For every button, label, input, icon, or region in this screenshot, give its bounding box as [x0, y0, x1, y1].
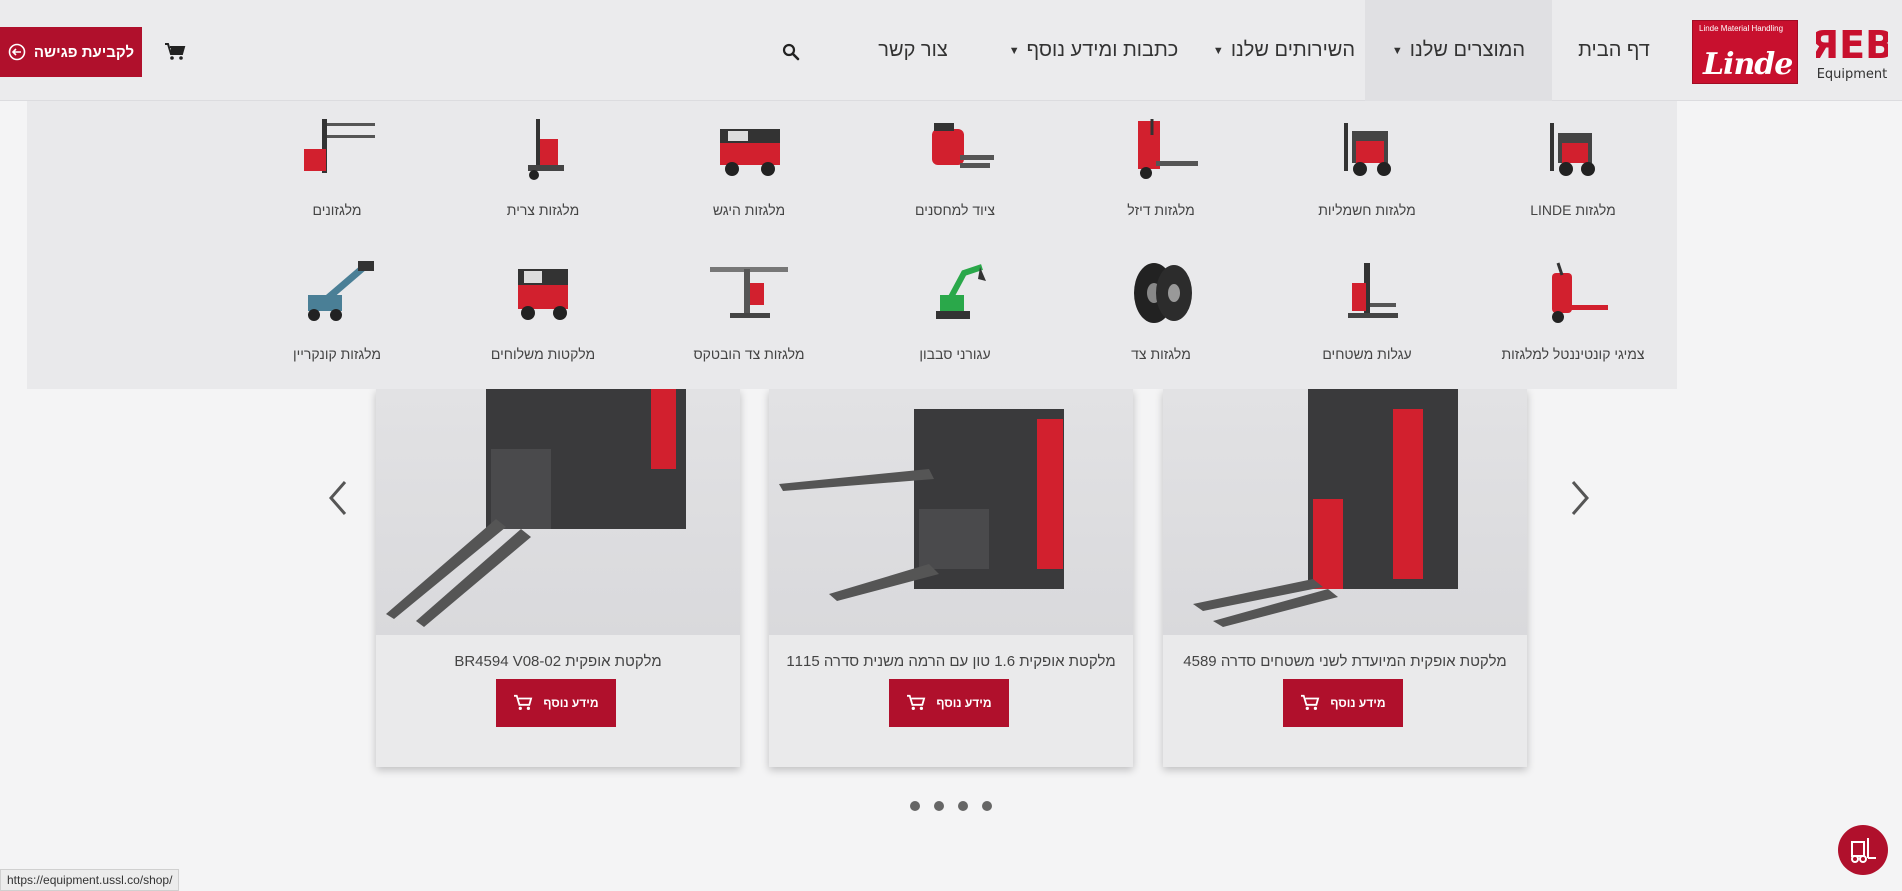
linde-logo-tagline: Linde Material Handling	[1699, 24, 1784, 33]
mega-item-pallet-trucks[interactable]: עגלות משטחים	[1267, 259, 1467, 362]
mega-item-label: עגלות משטחים	[1322, 346, 1412, 362]
more-info-button[interactable]: מידע נוסף	[496, 679, 616, 727]
material-handler-thumbnail	[936, 264, 986, 319]
mega-item-warehouse-equipment[interactable]: ציוד למחסנים	[855, 115, 1055, 218]
mega-item-konecranes[interactable]: מלגזות קונקריין	[237, 259, 437, 362]
cart-icon[interactable]	[164, 42, 186, 62]
caret-down-icon: ▼	[1391, 44, 1403, 57]
site-header: ЯEB Equipment Linde Material Handling Li…	[0, 0, 1902, 101]
mega-item-reach-trucks[interactable]: מלגזות היגש	[649, 115, 849, 218]
mega-item-label: מלגזות היגש	[712, 202, 786, 218]
product-card[interactable]: מלקטת אופקית המיועדת לשני משטחים סדרה 45…	[1163, 389, 1527, 767]
order-picker-thumbnail	[528, 119, 564, 180]
mega-item-label: מלגזות דיזל	[1127, 202, 1195, 218]
linde-logo[interactable]: Linde Material Handling Linde	[1692, 20, 1798, 84]
tire-thumbnail	[1134, 263, 1192, 323]
product-title[interactable]: מלקטת אופקית BR4594 V08-02	[376, 653, 740, 670]
nav-services-label: השירותים שלנו	[1230, 39, 1356, 61]
mega-item-label: מלגזונים	[312, 202, 362, 218]
carousel-dot[interactable]	[910, 801, 920, 811]
products-mega-menu: מלגזות LINDE מלגזות חשמליות מלגזות דיזל …	[27, 101, 1677, 389]
product-title[interactable]: מלקטת אופקית המיועדת לשני משטחים סדרה 45…	[1163, 653, 1527, 670]
mega-item-electric-forklifts[interactable]: מלגזות חשמליות	[1267, 115, 1467, 218]
carousel-dot[interactable]	[958, 801, 968, 811]
nav-articles-label: כתבות ומידע נוסף	[1026, 39, 1179, 61]
mega-item-delivery-pickers[interactable]: מלקטות משלוחים	[443, 259, 643, 362]
nav-products-label: המוצרים שלנו	[1409, 39, 1526, 61]
status-bar-url: https://equipment.ussl.co/shop/	[0, 869, 180, 891]
more-info-button[interactable]: מידע נוסף	[889, 679, 1009, 727]
nav-products[interactable]: המוצרים שלנו ▼	[1365, 0, 1552, 101]
product-image[interactable]	[376, 389, 740, 635]
pallet-truck-thumbnail	[1138, 119, 1198, 179]
order-picker-thumbnail	[1348, 263, 1398, 318]
more-info-button[interactable]: מידע נוסף	[1283, 679, 1403, 727]
mega-item-diesel-forklifts[interactable]: מלגזות דיזל	[1061, 115, 1261, 218]
product-image[interactable]	[1163, 389, 1527, 635]
nav-articles[interactable]: כתבות ומידע נוסף ▼	[984, 0, 1203, 101]
appointment-label: לקביעת פגישה	[33, 43, 135, 61]
mega-item-label: מלגזות קונקריין	[293, 346, 381, 362]
carousel-next-icon[interactable]	[1568, 478, 1592, 518]
mega-item-continental-tires[interactable]: צמיגי קונטיננטל למלגזות	[1473, 259, 1673, 362]
forklift-thumbnail	[1550, 123, 1595, 176]
pallet-truck-thumbnail	[932, 123, 994, 168]
tow-tractor-thumbnail	[518, 269, 568, 320]
product-title[interactable]: מלקטת אופקית 1.6 טון עם הרמה משנית סדרה …	[769, 653, 1133, 670]
more-info-label: מידע נוסף	[936, 696, 992, 710]
forklift-thumbnail	[1344, 123, 1391, 176]
mega-item-label: מלגזות LINDE	[1530, 202, 1616, 218]
reach-stacker-thumbnail	[308, 261, 374, 321]
product-image[interactable]	[769, 389, 1133, 635]
nav-home[interactable]: דף הבית	[1552, 0, 1676, 101]
mega-item-label: מלגזות צד	[1131, 346, 1191, 362]
product-card[interactable]: מלקטת אופקית 1.6 טון עם הרמה משנית סדרה …	[769, 389, 1133, 767]
cart-icon	[907, 694, 926, 711]
pallet-jack-thumbnail	[1552, 262, 1608, 323]
mega-item-material-handlers[interactable]: עגורני סבבון	[855, 259, 1055, 362]
tow-tractor-thumbnail	[720, 129, 780, 176]
search-icon[interactable]	[781, 42, 801, 62]
more-info-label: מידע נוסף	[1330, 696, 1386, 710]
caret-down-icon: ▼	[1008, 44, 1020, 57]
reb-logo-text: Equipment	[1817, 67, 1888, 82]
mega-item-label: מלגזות צרית	[506, 202, 580, 218]
mega-item-label: מלקטות משלוחים	[490, 346, 596, 362]
cart-icon	[514, 694, 533, 711]
mega-item-stackers[interactable]: מלגזונים	[237, 115, 437, 218]
more-info-label: מידע נוסף	[543, 696, 599, 710]
side-loader-thumbnail	[710, 267, 788, 318]
page-footer	[0, 829, 1902, 891]
forklift-icon	[1851, 838, 1876, 863]
carousel-dot[interactable]	[982, 801, 992, 811]
linde-logo-wordmark: Linde	[1703, 47, 1793, 82]
mega-item-linde-forklifts[interactable]: מלגזות LINDE	[1473, 115, 1673, 218]
mega-item-hubtex-side-loaders[interactable]: מלגזות צד הובטקס	[649, 259, 849, 362]
arrow-left-circle-icon	[8, 43, 26, 61]
nav-contact[interactable]: צור קשר	[842, 0, 984, 101]
nav-home-label: דף הבית	[1578, 39, 1650, 61]
mega-item-label: ציוד למחסנים	[914, 202, 995, 218]
appointment-button[interactable]: לקביעת פגישה	[0, 27, 142, 77]
svg-text:ЯEB: ЯEB	[1816, 23, 1888, 67]
caret-down-icon: ▼	[1212, 44, 1224, 57]
nav-contact-label: צור קשר	[878, 39, 948, 61]
mega-item-label: מלגזות חשמליות	[1318, 202, 1416, 218]
mega-item-label: מלגזות צד הובטקס	[693, 346, 805, 362]
floating-forklift-button[interactable]	[1838, 825, 1888, 875]
mega-item-narrow-aisle[interactable]: מלגזות צרית	[443, 115, 643, 218]
product-card[interactable]: מלקטת אופקית BR4594 V08-02 מידע נוסף	[376, 389, 740, 767]
carousel-pagination	[910, 801, 992, 811]
mega-item-label: עגורני סבבון	[919, 346, 991, 362]
carousel-prev-icon[interactable]	[326, 478, 350, 518]
stacker-thumbnail	[304, 119, 375, 173]
reb-equipment-logo[interactable]: ЯEB Equipment	[1816, 22, 1888, 82]
cart-icon	[1301, 694, 1320, 711]
mega-item-label: צמיגי קונטיננטל למלגזות	[1501, 346, 1645, 362]
mega-item-side-forklifts[interactable]: מלגזות צד	[1061, 259, 1261, 362]
carousel-dot[interactable]	[934, 801, 944, 811]
nav-services[interactable]: השירותים שלנו ▼	[1203, 0, 1365, 101]
